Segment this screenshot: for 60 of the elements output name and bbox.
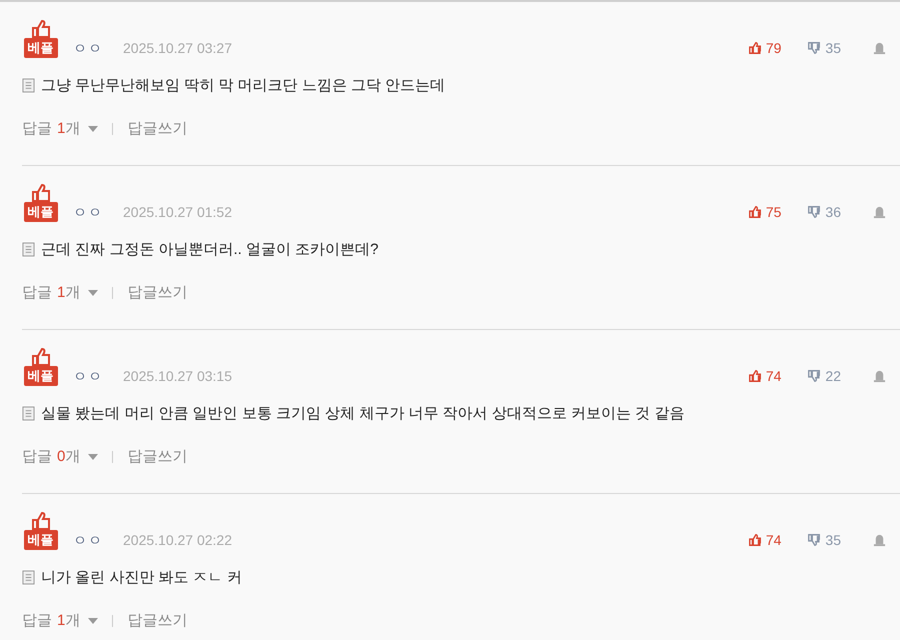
best-thumb-icon: [30, 20, 50, 38]
caret-icon: [88, 618, 98, 624]
report-button[interactable]: [873, 370, 886, 382]
reply-toggle[interactable]: 답글 1개: [22, 283, 98, 302]
thumbs-up-icon: [748, 41, 762, 55]
write-reply-link[interactable]: 답글쓰기: [127, 447, 188, 466]
memo-icon: [22, 406, 35, 421]
dislike-button[interactable]: 36: [807, 204, 841, 220]
caret-icon: [88, 290, 98, 296]
like-button[interactable]: 74: [748, 368, 782, 384]
report-button[interactable]: [873, 206, 886, 218]
thumbs-down-icon: [807, 369, 822, 383]
write-reply-link[interactable]: 답글쓰기: [127, 283, 188, 302]
comment-date: 2025.10.27 02:22: [123, 531, 232, 550]
like-button[interactable]: 79: [748, 40, 782, 56]
like-button[interactable]: 74: [748, 532, 782, 548]
comment-text: 실물 봤는데 머리 안큼 일반인 보통 크기임 상체 체구가 너무 작아서 상대적으로 커보이는 것 같음: [41, 404, 684, 423]
comment-date: 2025.10.27 03:27: [123, 39, 232, 58]
bell-icon: [873, 206, 886, 218]
comment-text: 근데 진짜 그정돈 아닐뿐더러.. 얼굴이 조카이쁜데?: [41, 240, 379, 259]
thumbs-up-icon: [748, 533, 762, 547]
reply-toggle[interactable]: 답글 1개: [22, 119, 98, 138]
thumbs-down-icon: [807, 205, 822, 219]
thumbs-up-icon: [748, 205, 762, 219]
best-thumb-icon: [30, 512, 50, 530]
best-badge: 베플: [24, 530, 58, 550]
comment-date: 2025.10.27 03:15: [123, 367, 232, 386]
best-thumb-icon: [30, 184, 50, 202]
bell-icon: [873, 534, 886, 546]
memo-icon: [22, 570, 35, 585]
write-reply-link[interactable]: 답글쓰기: [127, 611, 188, 630]
comment-text: 그냥 무난무난해보임 딱히 막 머리크단 느낌은 그닥 안드는데: [41, 76, 446, 95]
dislike-button[interactable]: 22: [807, 368, 841, 384]
like-button[interactable]: 75: [748, 204, 782, 220]
thumbs-down-icon: [807, 41, 822, 55]
caret-icon: [88, 454, 98, 460]
thumbs-up-icon: [748, 369, 762, 383]
write-reply-link[interactable]: 답글쓰기: [127, 119, 188, 138]
dislike-button[interactable]: 35: [807, 40, 841, 56]
best-thumb-icon: [30, 348, 50, 366]
reply-toggle[interactable]: 답글 1개: [22, 611, 98, 630]
bell-icon: [873, 370, 886, 382]
thumbs-down-icon: [807, 533, 822, 547]
author-name[interactable]: ㅇㅇ: [73, 530, 103, 550]
report-button[interactable]: [873, 534, 886, 546]
author-name[interactable]: ㅇㅇ: [73, 366, 103, 386]
caret-icon: [88, 126, 98, 132]
comment-text: 니가 올린 사진만 봐도 ㅈㄴ 커: [41, 568, 242, 587]
reply-toggle[interactable]: 답글 0개: [22, 447, 98, 466]
best-badge: 베플: [24, 202, 58, 222]
author-name[interactable]: ㅇㅇ: [73, 202, 103, 222]
best-badge: 베플: [24, 38, 58, 58]
best-badge: 베플: [24, 366, 58, 386]
report-button[interactable]: [873, 42, 886, 54]
dislike-button[interactable]: 35: [807, 532, 841, 548]
comment-date: 2025.10.27 01:52: [123, 203, 232, 222]
memo-icon: [22, 242, 35, 257]
memo-icon: [22, 78, 35, 93]
author-name[interactable]: ㅇㅇ: [73, 38, 103, 58]
bell-icon: [873, 42, 886, 54]
